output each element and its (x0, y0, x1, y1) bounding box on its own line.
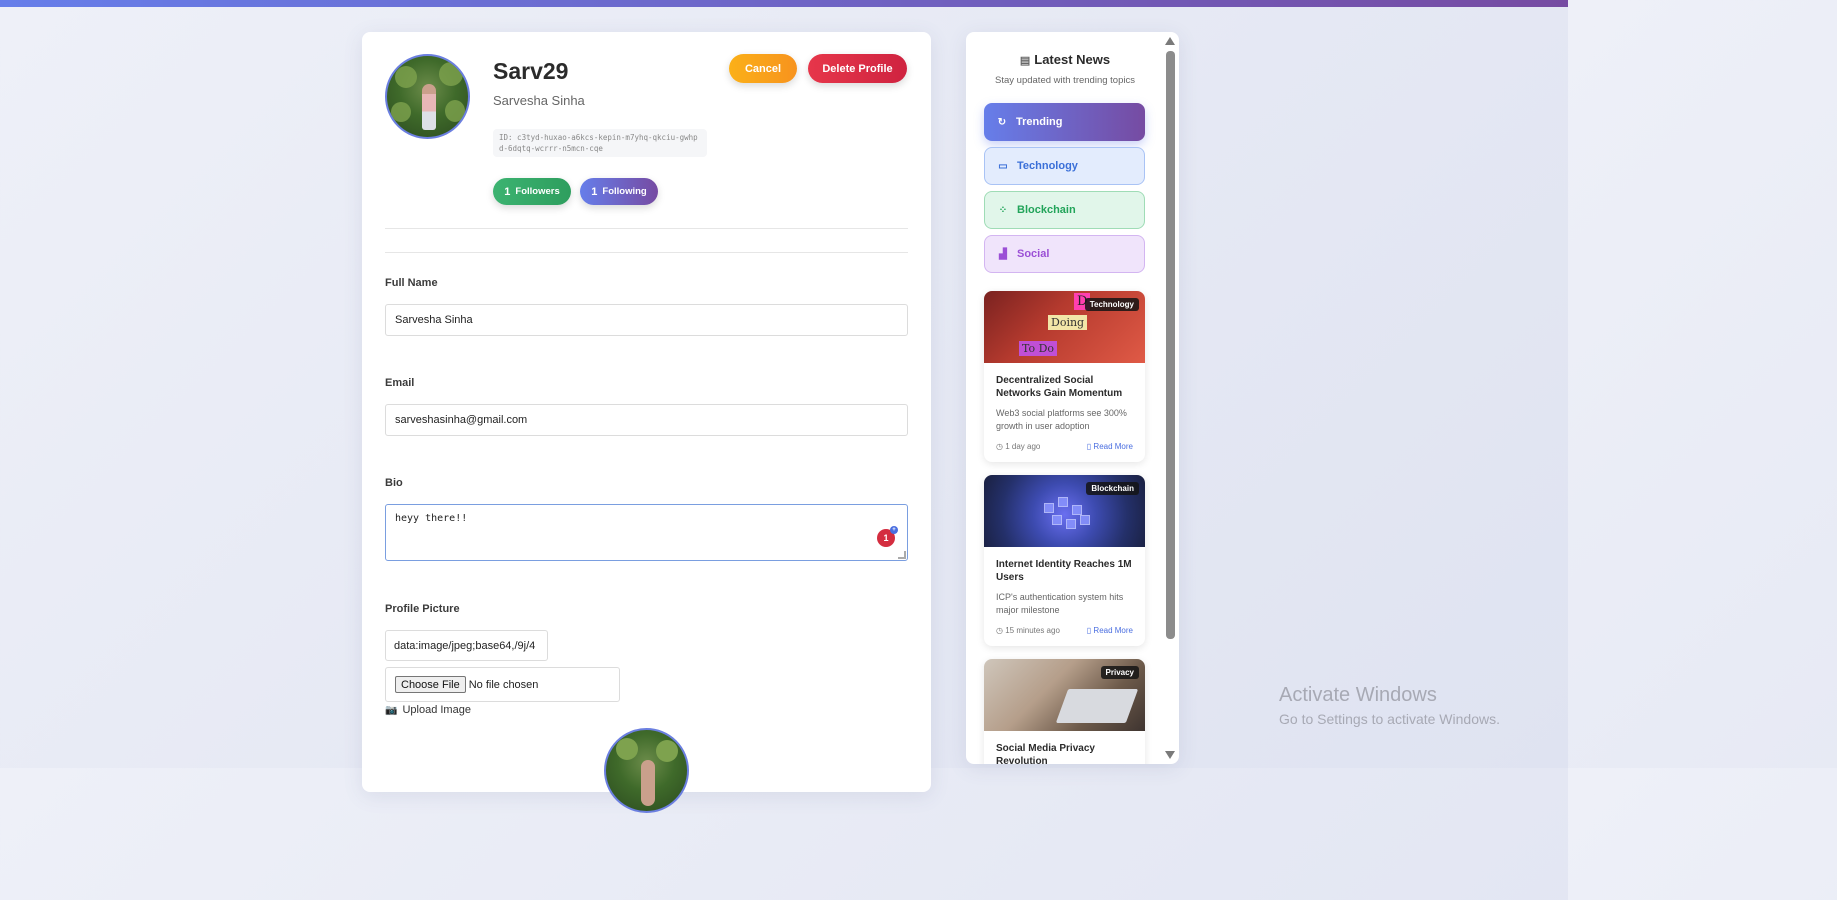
monitor-icon: ▭ (998, 160, 1008, 172)
file-input[interactable]: Choose File No file chosen (385, 667, 620, 702)
article-tag: Privacy (1100, 666, 1139, 679)
watermark-title: Activate Windows (1279, 684, 1437, 706)
upload-image-button[interactable]: 📷 Upload Image (385, 704, 471, 716)
newspaper-icon: ▤ (1019, 55, 1031, 67)
cancel-button[interactable]: Cancel (729, 54, 797, 83)
news-title: ▤ Latest News (966, 52, 1164, 67)
choose-file-button[interactable]: Choose File (395, 676, 466, 693)
grammar-count: 1 (883, 533, 889, 543)
read-more-text: Read More (1093, 442, 1133, 451)
clock-icon: ◷ (996, 626, 1006, 635)
read-more-text: Read More (1093, 626, 1133, 635)
followers-label: Followers (515, 186, 560, 197)
principal-id: ID: c3tyd-huxao-a6kcs-kepin-m7yhq-qkciu-… (493, 129, 707, 157)
nodes-icon: ⁘ (998, 204, 1008, 216)
header-divider (385, 228, 908, 229)
news-title-text: Latest News (1034, 52, 1111, 67)
full-name-label: Full Name (385, 277, 438, 289)
read-more-link[interactable]: ▯ Read More (1087, 626, 1133, 635)
news-sidebar: ▤ Latest News Stay updated with trending … (966, 32, 1179, 764)
watermark-subtitle: Go to Settings to activate Windows. (1279, 711, 1500, 727)
following-label: Following (602, 186, 647, 197)
followers-count: 1 (504, 185, 511, 198)
category-label: Technology (1017, 160, 1078, 172)
sticky-note: To Do (1019, 341, 1058, 356)
category-label: Blockchain (1017, 204, 1076, 216)
category-technology[interactable]: ▭ Technology (984, 147, 1145, 185)
clock-icon: ◷ (996, 442, 1006, 451)
bio-label: Bio (385, 477, 403, 489)
category-label: Trending (1016, 116, 1063, 128)
file-status-text: No file chosen (468, 678, 539, 691)
following-button[interactable]: 1 Following (580, 178, 658, 205)
category-label: Social (1017, 248, 1050, 260)
article-title: Decentralized Social Networks Gain Momen… (996, 375, 1123, 399)
camera-icon: 📷 (385, 704, 398, 716)
article-time: ◷ 15 minutes ago (996, 626, 1060, 635)
top-accent-bar (0, 0, 1568, 7)
chart-icon: ▟ (999, 248, 1007, 260)
article-title: Internet Identity Reaches 1M Users (996, 559, 1132, 583)
article-time-text: 15 minutes ago (1005, 626, 1060, 635)
profile-edit-card: Sarv29 Sarvesha Sinha ID: c3tyd-huxao-a6… (362, 32, 931, 813)
article-tag: Blockchain (1086, 482, 1139, 495)
category-blockchain[interactable]: ⁘ Blockchain (984, 191, 1145, 229)
news-article-card[interactable]: D Doing To Do Technology Decentralized S… (984, 291, 1145, 462)
article-image: Blockchain (984, 475, 1145, 547)
textarea-resize-handle[interactable] (898, 551, 906, 559)
article-image: Privacy (984, 659, 1145, 731)
windows-activation-watermark: Activate Windows Go to Settings to activ… (1279, 684, 1500, 727)
sticky-note: Doing (1048, 315, 1088, 330)
email-label: Email (385, 377, 415, 389)
profile-picture-label: Profile Picture (385, 603, 460, 615)
article-time-text: 1 day ago (1005, 442, 1041, 451)
article-time: ◷ 1 day ago (996, 442, 1040, 451)
grammar-checker-icon[interactable]: 1 + (877, 526, 898, 547)
category-trending[interactable]: ↻ Trending (984, 103, 1145, 141)
delete-profile-button[interactable]: Delete Profile (808, 54, 907, 83)
article-description: ICP's authentication system hits major m… (996, 592, 1124, 615)
refresh-icon: ↻ (997, 116, 1007, 128)
email-input[interactable] (385, 404, 908, 436)
upload-image-label: Upload Image (402, 704, 471, 716)
profile-picture-url-input[interactable] (385, 630, 548, 661)
read-more-link[interactable]: ▯ Read More (1087, 442, 1133, 451)
news-article-card[interactable]: Privacy Social Media Privacy Revolution (984, 659, 1145, 764)
article-image: D Doing To Do Technology (984, 291, 1145, 363)
followers-button[interactable]: 1 Followers (493, 178, 571, 205)
scroll-down-arrow[interactable] (1165, 751, 1175, 759)
news-article-card[interactable]: Blockchain Internet Identity Reaches 1M … (984, 475, 1145, 646)
category-social[interactable]: ▟ Social (984, 235, 1145, 273)
article-tag: Technology (1084, 298, 1139, 311)
following-count: 1 (591, 185, 598, 198)
bio-textarea[interactable]: heyy there!! (385, 504, 908, 561)
profile-username: Sarv29 (493, 58, 569, 84)
profile-display-name: Sarvesha Sinha (493, 93, 585, 108)
article-title: Social Media Privacy Revolution (996, 743, 1095, 764)
news-scrollbar-thumb[interactable] (1166, 51, 1175, 639)
full-name-input[interactable] (385, 304, 908, 336)
profile-picture-preview (604, 728, 689, 813)
news-subtitle: Stay updated with trending topics (995, 75, 1135, 86)
article-description: Web3 social platforms see 300% growth in… (996, 408, 1127, 431)
profile-avatar (385, 54, 470, 139)
section-divider (385, 252, 908, 253)
scroll-up-arrow[interactable] (1165, 37, 1175, 45)
